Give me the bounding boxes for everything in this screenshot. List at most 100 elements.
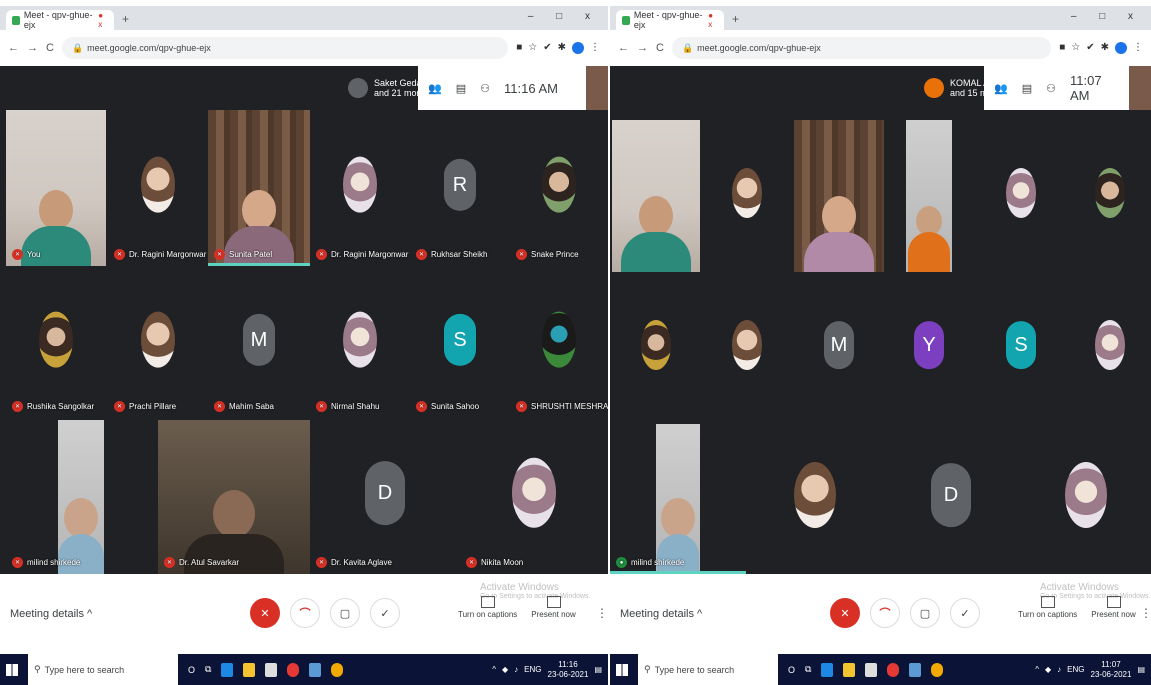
tray-chevron-icon[interactable]: ^ [1035,665,1039,674]
meeting-details-button[interactable]: Meeting details ^ [10,608,92,620]
browser-tab[interactable]: Meet - qpv-ghue-ejx ● x [616,10,724,30]
raise-hand-icon[interactable]: ✓ [950,598,980,628]
new-tab-button[interactable]: + [732,12,739,26]
windows-start-icon[interactable] [6,663,18,676]
tile-participant[interactable]: ✕ Dr. Atul Savarkar [158,420,310,574]
present-button[interactable]: Present now [1091,596,1136,619]
edge-icon[interactable] [821,662,834,677]
recording-close-icon[interactable]: ● x [98,11,108,29]
task-view-icon[interactable]: ⧉ [805,664,811,675]
tray-chevron-icon[interactable]: ^ [492,665,496,674]
camera-icon[interactable]: ■ [516,42,522,54]
puzzle-icon[interactable]: ✱ [1101,42,1109,54]
notifications-icon[interactable]: ▤ [594,665,602,674]
store-icon[interactable] [865,662,878,677]
window-controls[interactable]: – □ x [1071,11,1143,22]
tile-participant[interactable] [1020,424,1151,574]
tray-clock[interactable]: 11:07 23-06-2021 [1091,660,1132,680]
captions-button[interactable]: Turn on captions [458,596,517,619]
browser-tab[interactable]: Meet - qpv-ghue-ejx ● x [6,10,114,30]
cortana-icon[interactable]: O [188,665,195,675]
taskbar-search[interactable]: ⚲ Type here to search [28,654,178,685]
camera-toggle-icon[interactable]: ▢ [910,598,940,628]
taskbar-search[interactable]: ⚲ Type here to search [638,654,778,685]
network-icon[interactable]: ◆ [1045,665,1051,674]
address-bar[interactable]: 🔒 meet.google.com/qpv-ghue-ejx [61,37,509,59]
tile-participant[interactable] [1068,120,1151,272]
opera-icon[interactable] [887,662,900,677]
address-bar[interactable]: 🔒 meet.google.com/qpv-ghue-ejx [671,37,1052,59]
star-icon[interactable]: ☆ [1071,42,1080,54]
back-icon[interactable]: ← [618,42,629,54]
forward-icon[interactable]: → [27,42,38,54]
tile-participant[interactable]: ✕ Dr. Ragini Margonwar [310,110,410,266]
people-icon[interactable]: 👥 [994,82,1008,95]
more-options-icon[interactable]: ⋮ [596,606,608,620]
tile-participant[interactable] [612,274,700,422]
tile-participant[interactable]: ✕ Nikita Moon [460,420,608,574]
tile-self[interactable]: ✕ You [6,110,106,266]
store-icon[interactable] [265,662,278,677]
chat-icon[interactable]: ▤ [456,82,466,95]
forward-icon[interactable]: → [637,42,648,54]
captions-button[interactable]: Turn on captions [1018,596,1077,619]
tile-participant[interactable]: S [976,274,1066,422]
present-button[interactable]: Present now [531,596,576,619]
camera-icon[interactable]: ■ [1059,42,1065,54]
meeting-details-button[interactable]: Meeting details ^ [620,608,702,620]
menu-icon[interactable]: ⋮ [590,42,600,54]
tile-participant[interactable] [702,274,792,422]
tile-participant[interactable]: M [794,274,884,422]
language-indicator[interactable]: ENG [1067,665,1084,674]
tile-participant[interactable]: ● milind shirkede [610,424,746,574]
tile-participant[interactable]: Y [884,274,974,422]
mic-toggle-icon[interactable]: ✕ [830,598,860,628]
new-tab-button[interactable]: + [122,12,129,26]
tile-participant[interactable] [1068,274,1151,422]
notifications-icon[interactable]: ▤ [1137,665,1145,674]
tile-participant[interactable] [794,120,884,272]
volume-icon[interactable]: ♪ [1057,665,1061,674]
extension-icon[interactable]: ✔ [543,42,551,54]
tile-participant[interactable]: ✕ milind shirkede [6,420,156,574]
tile-participant[interactable]: R ✕ Rukhsar Sheikh [410,110,510,266]
edge-icon[interactable] [221,662,234,677]
network-icon[interactable]: ◆ [502,665,508,674]
tile-participant[interactable]: ✕ Snake Prince [510,110,608,266]
profile-avatar[interactable] [572,42,584,54]
raise-hand-icon[interactable]: ✓ [370,598,400,628]
menu-icon[interactable]: ⋮ [1133,42,1143,54]
star-icon[interactable]: ☆ [528,42,537,54]
tile-participant[interactable] [748,424,882,574]
window-controls[interactable]: – □ x [528,11,600,22]
tile-participant[interactable] [702,120,792,272]
tile-participant[interactable]: ✕ Prachi Pillare [108,268,208,418]
tile-participant[interactable] [612,120,700,272]
chat-icon[interactable]: ▤ [1022,82,1032,95]
reload-icon[interactable]: C [656,42,664,54]
tile-participant[interactable]: D ✕ Dr. Kavita Aglave [310,420,460,574]
recording-close-icon[interactable]: ● x [708,11,718,29]
tray-clock[interactable]: 11:16 23-06-2021 [548,660,589,680]
camera-toggle-icon[interactable]: ▢ [330,598,360,628]
back-icon[interactable]: ← [8,42,19,54]
opera-icon[interactable] [287,662,300,677]
profile-avatar[interactable] [1115,42,1127,54]
mic-toggle-icon[interactable]: ✕ [250,598,280,628]
tile-participant[interactable]: ✕ Nirmal Shahu [310,268,410,418]
tile-participant[interactable] [906,120,952,272]
tile-active-speaker[interactable]: ✕ Sunita Patel [208,110,310,266]
app-icon[interactable] [309,662,322,677]
tile-participant[interactable]: D [884,424,1018,574]
chrome-icon[interactable] [331,662,344,677]
more-options-icon[interactable]: ⋮ [1140,606,1151,620]
file-explorer-icon[interactable] [843,662,856,677]
tile-participant[interactable]: ✕ SHRUSHTI MESHRAM [510,268,608,418]
tile-participant[interactable]: M ✕ Mahim Saba [208,268,310,418]
activities-icon[interactable]: ⚇ [1046,82,1056,95]
volume-icon[interactable]: ♪ [514,665,518,674]
language-indicator[interactable]: ENG [524,665,541,674]
puzzle-icon[interactable]: ✱ [558,42,566,54]
extension-icon[interactable]: ✔ [1086,42,1094,54]
cortana-icon[interactable]: O [788,665,795,675]
